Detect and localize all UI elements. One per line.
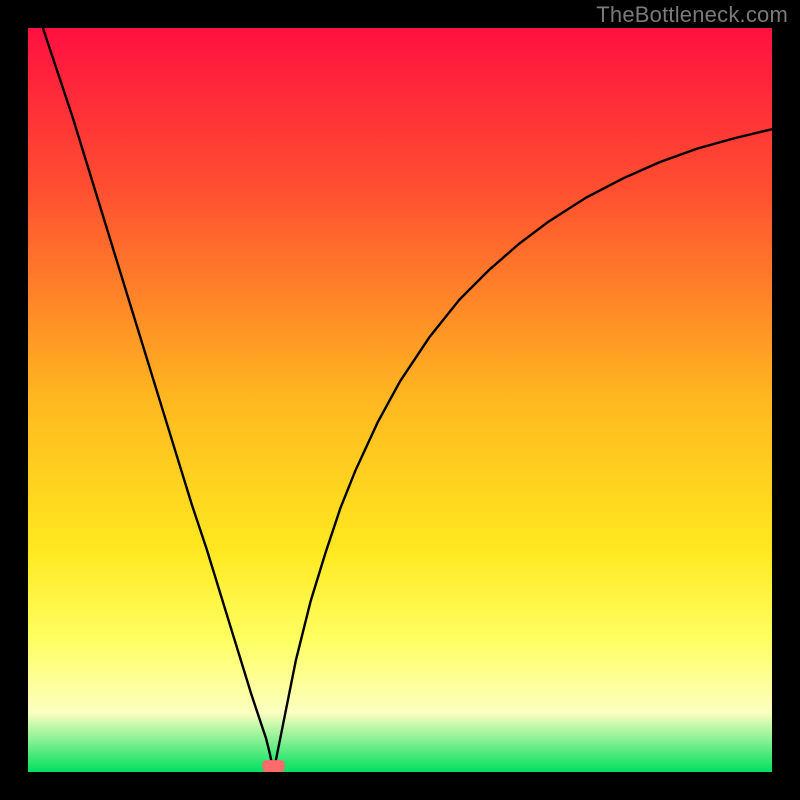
watermark-text: TheBottleneck.com [596,2,788,28]
bottleneck-chart [0,0,800,800]
minimum-marker [262,760,284,772]
chart-container: TheBottleneck.com [0,0,800,800]
plot-area [28,28,772,772]
